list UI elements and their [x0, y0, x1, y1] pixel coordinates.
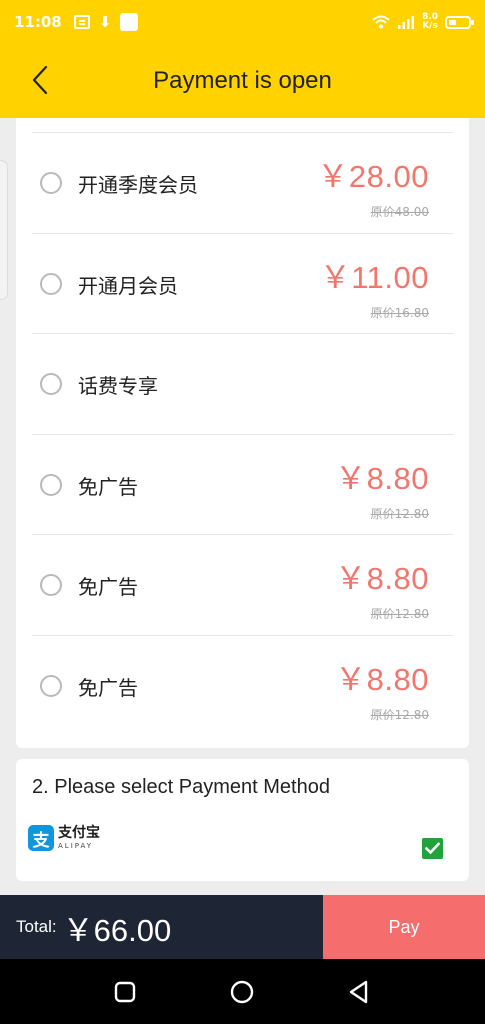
battery-level: [449, 19, 456, 25]
plan-price: ￥8.80: [335, 561, 429, 596]
payment-method-card: 2. Please select Payment Method 支 支付宝 AL…: [16, 759, 469, 881]
alipay-name-en: ALIPAY: [58, 842, 94, 850]
circle-icon: [230, 980, 254, 1004]
signal-icon: [397, 15, 415, 29]
download-icon: ⬇: [98, 12, 112, 31]
page-title: Payment is open: [153, 67, 332, 94]
system-back-button[interactable]: [346, 979, 372, 1005]
network-speed-unit: K/s: [422, 21, 438, 31]
plan-radio-button[interactable]: [40, 674, 62, 697]
status-time: 11:08: [14, 13, 62, 31]
plan-radio-button[interactable]: [40, 473, 62, 496]
battery-icon: [445, 15, 474, 29]
square-icon: [114, 981, 136, 1003]
plan-row[interactable]: 免广告 ￥8.80 原价12.80: [32, 433, 453, 535]
pay-button[interactable]: Pay: [323, 895, 485, 959]
plan-name: 话费专享: [78, 374, 158, 398]
plan-price: ￥11.00: [319, 259, 429, 295]
plan-radio-button[interactable]: [40, 373, 62, 395]
checkout-bar: Total: ￥66.00 Pay: [0, 895, 485, 959]
status-bar: 11:08 ⬇ 8.0 K/s: [0, 0, 485, 44]
total-label: Total:: [16, 917, 57, 936]
total-area: Total: ￥66.00: [0, 895, 323, 959]
plan-list-card: 开通季度会员 ￥28.00 原价48.00 开通月会员 ￥11.00 原价16.80 话费专…: [16, 118, 469, 748]
total-amount: ￥66.00: [62, 912, 172, 948]
home-button[interactable]: [229, 979, 255, 1005]
recent-apps-button[interactable]: [112, 979, 138, 1005]
plan-original-price: 原价16.80: [370, 305, 429, 320]
plan-radio-button[interactable]: [40, 272, 62, 295]
alipay-wordmark: 支付宝 ALIPAY: [58, 826, 100, 850]
plan-row[interactable]: 免广告 ￥8.80 原价12.80: [32, 534, 453, 635]
plan-name: 免广告: [78, 474, 138, 499]
plan-radio-button[interactable]: [40, 574, 62, 596]
alipay-icon: 支: [28, 825, 54, 851]
plan-list: 开通季度会员 ￥28.00 原价48.00 开通月会员 ￥11.00 原价16.80 话费专…: [32, 132, 453, 735]
plan-original-price: 原价12.80: [370, 506, 429, 521]
plan-original-price: 原价48.00: [370, 205, 429, 219]
plan-name: 开通季度会员: [78, 173, 198, 197]
plan-price: ￥8.80: [335, 661, 429, 697]
status-right: 8.0 K/s: [372, 13, 474, 31]
check-icon: [425, 842, 440, 855]
payment-method-heading: 2. Please select Payment Method: [32, 776, 330, 798]
wifi-icon: [372, 15, 390, 29]
plan-radio-button[interactable]: [40, 172, 62, 194]
network-speed: 8.0 K/s: [422, 13, 438, 31]
plan-row[interactable]: 开通月会员 ￥11.00 原价16.80: [32, 232, 453, 334]
plan-name: 免广告: [78, 575, 138, 599]
triangle-back-icon: [349, 980, 368, 1004]
side-drawer-handle[interactable]: [0, 160, 8, 300]
alipay-name-cn: 支付宝: [58, 825, 100, 841]
chevron-left-icon: [32, 65, 48, 95]
app-notification-icon: [120, 13, 139, 31]
notification-icons: ⬇: [73, 12, 139, 31]
plan-row[interactable]: 开通季度会员 ￥28.00 原价48.00: [32, 132, 453, 233]
plan-original-price: 原价12.80: [370, 607, 429, 621]
plan-name: 开通月会员: [78, 273, 178, 298]
back-button[interactable]: [22, 62, 58, 98]
plan-row[interactable]: 话费专享: [32, 333, 453, 434]
system-nav-bar: [0, 959, 485, 1024]
plan-price: ￥28.00: [317, 159, 429, 194]
plan-name: 免广告: [78, 675, 138, 700]
plan-price: ￥8.80: [335, 460, 429, 496]
news-notification-icon: [73, 15, 90, 29]
plan-original-price: 原价12.80: [370, 707, 429, 722]
app-header: Payment is open: [0, 44, 485, 118]
alipay-option[interactable]: 支 支付宝 ALIPAY: [28, 825, 100, 851]
plan-row[interactable]: 免广告 ￥8.80 原价12.80: [32, 634, 453, 736]
alipay-checkbox[interactable]: [422, 838, 443, 859]
